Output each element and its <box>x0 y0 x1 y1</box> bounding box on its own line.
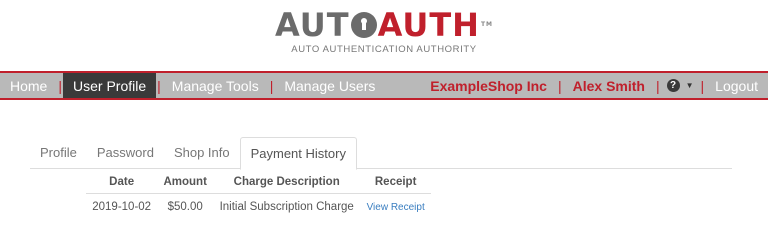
tab-profile[interactable]: Profile <box>30 137 87 169</box>
tab-password[interactable]: Password <box>87 137 164 169</box>
column-header-amount: Amount <box>157 171 214 194</box>
view-receipt-link[interactable]: View Receipt <box>360 193 431 221</box>
nav-user-name[interactable]: Alex Smith <box>563 73 655 98</box>
logo-trademark: TM <box>480 21 494 28</box>
logo-text-auto: AUT <box>274 6 350 44</box>
profile-tabs: Profile Password Shop Info Payment Histo… <box>30 137 732 170</box>
logo-text-auth: AUTH <box>377 6 480 44</box>
table-header-row: Date Amount Charge Description Receipt <box>86 171 431 194</box>
nav-home[interactable]: Home <box>0 73 57 98</box>
help-icon: ? <box>666 79 680 92</box>
keyhole-icon <box>350 12 377 38</box>
cell-amount: $50.00 <box>167 201 203 214</box>
table-row: 2019-10-02 $50.00 Initial Subscription C… <box>86 193 431 221</box>
nav-logout[interactable]: Logout <box>705 73 768 98</box>
column-header-date: Date <box>86 171 158 194</box>
tab-payment-history[interactable]: Payment History <box>239 137 357 170</box>
caret-down-icon: ▼ <box>685 81 694 90</box>
nav-manage-tools[interactable]: Manage Tools <box>162 73 269 98</box>
logo-mark: AUT AUTH TM <box>274 6 494 44</box>
tab-shop-info[interactable]: Shop Info <box>164 137 240 169</box>
column-header-description: Charge Description <box>213 171 361 194</box>
help-menu[interactable]: ? ▼ <box>661 79 700 92</box>
column-header-receipt: Receipt <box>360 171 431 194</box>
navbar: Home | User Profile | Manage Tools | Man… <box>0 71 768 100</box>
nav-manage-users[interactable]: Manage Users <box>274 73 385 98</box>
logo: AUT AUTH TM AUTO AUTHENTICATION AUTHORIT… <box>0 6 768 55</box>
cell-date: 2019-10-02 <box>92 201 152 214</box>
nav-company[interactable]: ExampleShop Inc <box>420 73 557 98</box>
cell-description: Initial Subscription Charge <box>219 201 354 214</box>
nav-user-profile[interactable]: User Profile <box>63 73 157 98</box>
payment-history-table: Date Amount Charge Description Receipt 2… <box>86 171 431 221</box>
logo-tagline: AUTO AUTHENTICATION AUTHORITY <box>291 44 477 55</box>
